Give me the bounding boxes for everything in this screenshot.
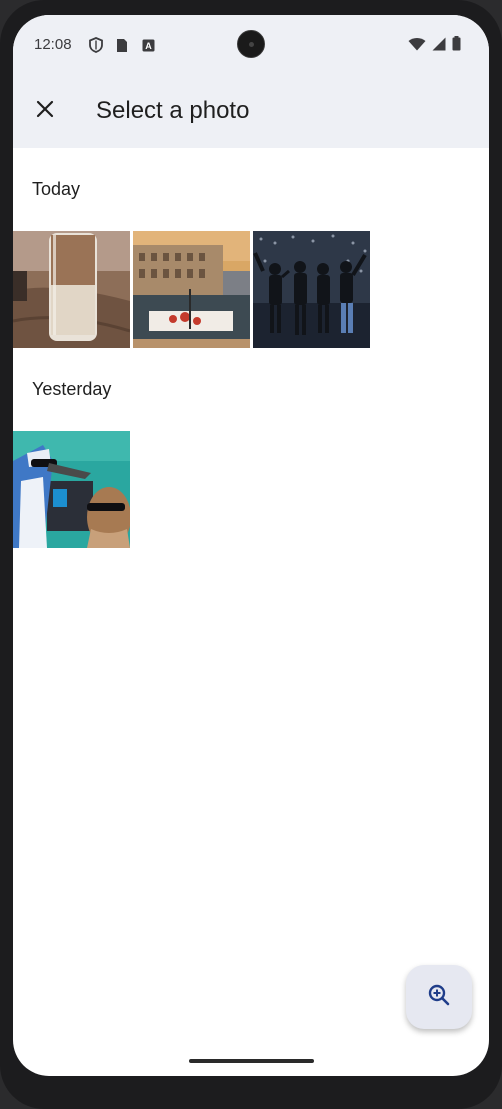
svg-text:A: A (145, 41, 152, 51)
front-camera (237, 30, 265, 58)
cell-signal-icon (432, 37, 446, 56)
page-title: Select a photo (96, 97, 250, 124)
cartoon-characters-photo[interactable] (13, 431, 130, 548)
close-icon (36, 100, 54, 123)
translate-icon: A (139, 36, 157, 54)
band-on-stage-photo[interactable] (253, 231, 370, 348)
status-time: 12:08 (34, 36, 72, 53)
status-bar: 12:08 A (13, 15, 489, 77)
section-title-yesterday: Yesterday (32, 379, 112, 399)
phone-screen: 12:08 A Select a photo Today Yesterday (13, 15, 489, 1076)
sim-card-icon (113, 36, 131, 54)
shield-icon (87, 36, 105, 54)
colosseum-dinner-photo[interactable] (133, 231, 250, 348)
wifi-icon (408, 37, 426, 56)
battery-icon (452, 36, 461, 56)
iced-latte-photo[interactable] (13, 231, 130, 348)
section-title-today: Today (32, 179, 81, 199)
zoom-in-icon (427, 983, 451, 1012)
zoom-in-button[interactable] (406, 965, 472, 1029)
close-button[interactable] (25, 91, 65, 131)
app-bar: Select a photo (13, 77, 489, 148)
home-indicator[interactable] (189, 1059, 314, 1063)
